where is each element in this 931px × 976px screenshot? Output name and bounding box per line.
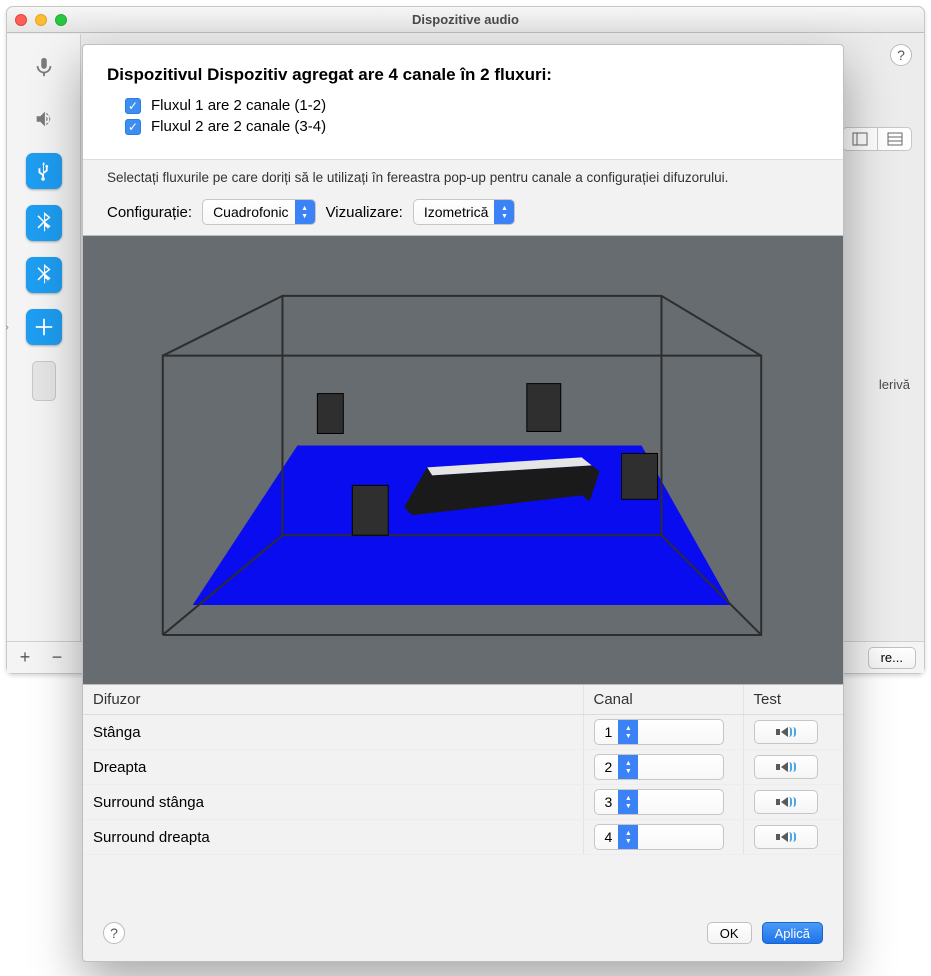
view-mode-2[interactable] [877, 128, 911, 150]
table-row: Surround stânga 3▲▼ [83, 785, 843, 820]
stream-1-label: Fluxul 1 are 2 canale (1-2) [151, 97, 326, 114]
view-popup[interactable]: Izometrică ▲▼ [413, 199, 516, 225]
phone-device-icon[interactable] [32, 361, 56, 401]
stream-1-row: ✓ Fluxul 1 are 2 canale (1-2) [125, 97, 819, 114]
popup-arrows-icon: ▲▼ [618, 720, 638, 744]
window-controls [15, 14, 67, 26]
stream-2-checkbox[interactable]: ✓ [125, 119, 141, 135]
configuration-popup[interactable]: Cuadrofonic ▲▼ [202, 199, 316, 225]
speaker-test-icon [776, 727, 796, 737]
test-speaker-button[interactable] [754, 720, 818, 744]
usb-device-icon[interactable] [26, 153, 62, 189]
titlebar: Dispozitive audio [7, 7, 924, 33]
configuration-label: Configurație: [107, 204, 192, 221]
window-title: Dispozitive audio [74, 12, 857, 27]
aggregate-device-icon[interactable] [26, 309, 62, 345]
table-row: Stânga 1▲▼ [83, 715, 843, 750]
ok-button[interactable]: OK [707, 922, 752, 944]
apply-button[interactable]: Aplică [762, 922, 823, 944]
view-label: Vizualizare: [326, 204, 403, 221]
expand-icon[interactable]: › [6, 322, 16, 333]
test-speaker-button[interactable] [754, 825, 818, 849]
popup-arrows-icon: ▲▼ [618, 825, 638, 849]
test-speaker-button[interactable] [754, 790, 818, 814]
col-test[interactable]: Test [743, 685, 843, 715]
remove-device-button[interactable]: − [47, 647, 67, 668]
device-sidebar: › [7, 34, 81, 641]
bluetooth-device-2-icon[interactable] [26, 257, 62, 293]
configuration-value: Cuadrofonic [213, 204, 295, 220]
speaker-test-icon [776, 797, 796, 807]
close-window-button[interactable] [15, 14, 27, 26]
popup-arrows-icon: ▲▼ [618, 790, 638, 814]
zoom-window-button[interactable] [55, 14, 67, 26]
speaker-table: Difuzor Canal Test Stânga 1▲▼ Dreapta 2▲… [83, 685, 843, 905]
test-speaker-button[interactable] [754, 755, 818, 779]
table-row: Dreapta 2▲▼ [83, 750, 843, 785]
speaker-name: Surround stânga [83, 785, 583, 820]
view-value: Izometrică [424, 204, 495, 220]
sheet-heading: Dispozitivul Dispozitiv agregat are 4 ca… [107, 65, 819, 85]
stream-2-label: Fluxul 2 are 2 canale (3-4) [151, 118, 326, 135]
help-button[interactable]: ? [890, 44, 912, 66]
popup-arrows-icon: ▲▼ [618, 755, 638, 779]
popup-arrows-icon: ▲▼ [494, 200, 514, 224]
speaker-test-icon [776, 762, 796, 772]
speaker-name: Surround dreapta [83, 820, 583, 855]
speaker-configuration-sheet: Dispozitivul Dispozitiv agregat are 4 ca… [82, 44, 844, 962]
view-mode-1[interactable] [843, 128, 877, 150]
bluetooth-device-1-icon[interactable] [26, 205, 62, 241]
sheet-help-button[interactable]: ? [103, 922, 125, 944]
speaker-name: Stânga [83, 715, 583, 750]
channel-popup[interactable]: 1▲▼ [594, 719, 724, 745]
channel-popup[interactable]: 4▲▼ [594, 824, 724, 850]
channel-popup[interactable]: 2▲▼ [594, 754, 724, 780]
configuration-row: Configurație: Cuadrofonic ▲▼ Vizualizare… [83, 195, 843, 235]
view-mode-segmented[interactable] [842, 127, 912, 151]
table-row: Surround dreapta 4▲▼ [83, 820, 843, 855]
hint-text: Selectați fluxurile pe care doriți să le… [83, 160, 843, 195]
popup-arrows-icon: ▲▼ [295, 200, 315, 224]
microphone-icon[interactable] [26, 49, 62, 85]
stream-1-checkbox[interactable]: ✓ [125, 98, 141, 114]
add-device-button[interactable]: + [15, 647, 35, 668]
background-text: lerivă [879, 377, 910, 392]
stream-2-row: ✓ Fluxul 2 are 2 canale (3-4) [125, 118, 819, 135]
sheet-footer: ? OK Aplică [83, 905, 843, 961]
configure-button-bg[interactable]: re... [868, 647, 916, 669]
channel-popup[interactable]: 3▲▼ [594, 789, 724, 815]
speaker-name: Dreapta [83, 750, 583, 785]
room-visualization[interactable] [83, 235, 843, 685]
speaker-icon[interactable] [26, 101, 62, 137]
col-channel[interactable]: Canal [583, 685, 743, 715]
col-speaker[interactable]: Difuzor [83, 685, 583, 715]
minimize-window-button[interactable] [35, 14, 47, 26]
speaker-test-icon [776, 832, 796, 842]
